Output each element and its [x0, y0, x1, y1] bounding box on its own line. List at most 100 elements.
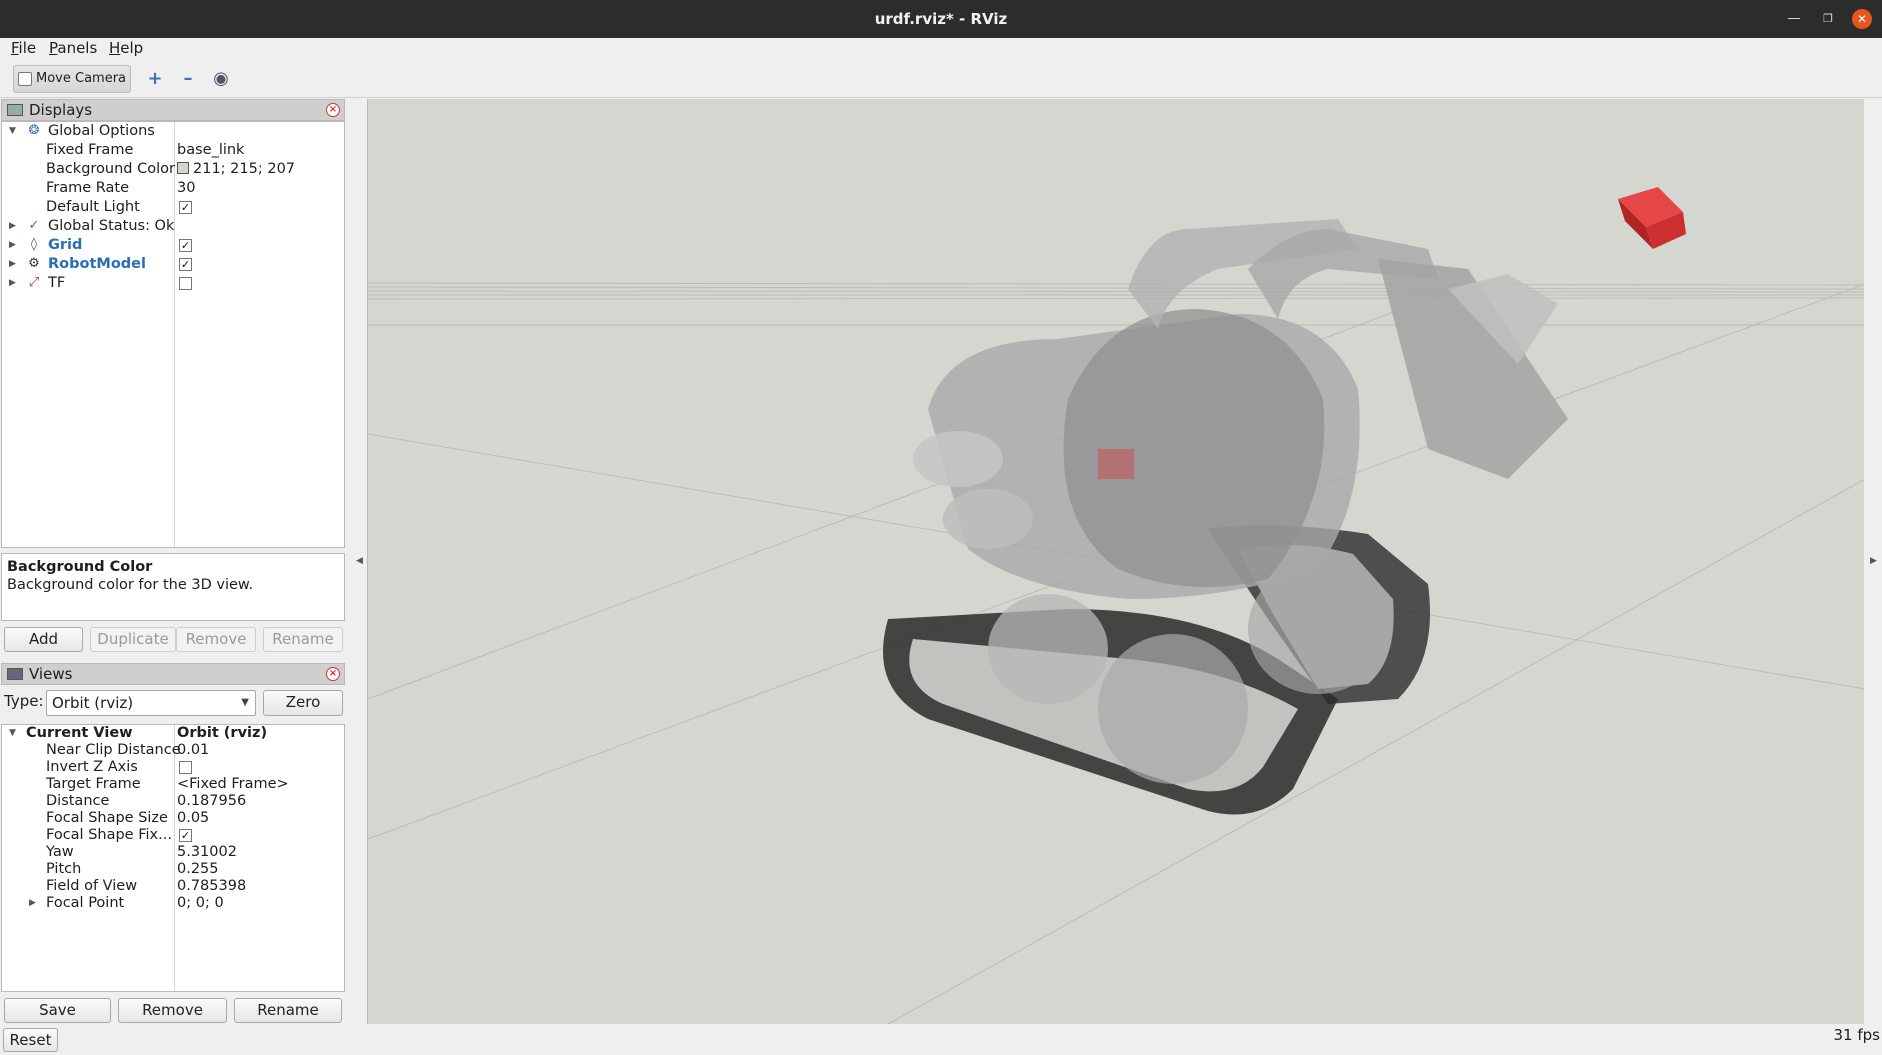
- tree-row-robotmodel[interactable]: ▶ ⚙ RobotModel ✓: [2, 255, 344, 274]
- focal-fixed-label: Focal Shape Fix...: [46, 827, 172, 843]
- focal-point-value[interactable]: 0; 0; 0: [177, 895, 224, 912]
- view-type-select[interactable]: Orbit (rviz) ▼: [46, 690, 256, 716]
- expand-arrow-icon[interactable]: ▶: [29, 895, 36, 912]
- grid-label: Grid: [48, 237, 83, 253]
- expand-arrow-icon[interactable]: ▶: [9, 217, 16, 236]
- fov-label: Field of View: [46, 878, 138, 894]
- fixed-frame-value[interactable]: base_link: [177, 141, 244, 160]
- toolbar: Move Camera + – ◉: [0, 60, 1882, 98]
- tree-row-tf[interactable]: ▶ ⤢ TF: [2, 274, 344, 293]
- remove-view-button[interactable]: Remove: [118, 998, 227, 1023]
- tree-row-near-clip[interactable]: Near Clip Distance 0.01: [2, 742, 344, 759]
- expand-arrow-icon[interactable]: ▼: [9, 725, 16, 742]
- tree-row-focal-size[interactable]: Focal Shape Size 0.05: [2, 810, 344, 827]
- axes-icon: ⤢: [28, 275, 40, 290]
- menu-bar: File Panels Help: [0, 38, 1882, 60]
- yaw-value[interactable]: 5.31002: [177, 844, 237, 861]
- robotmodel-checkbox[interactable]: ✓: [179, 258, 192, 271]
- view-type-value: Orbit (rviz): [52, 694, 134, 712]
- title-bar: urdf.rviz* - RViz — ❐ ✕: [0, 0, 1882, 38]
- default-light-checkbox[interactable]: ✓: [179, 201, 192, 214]
- tree-row-pitch[interactable]: Pitch 0.255: [2, 861, 344, 878]
- frame-rate-value[interactable]: 30: [177, 179, 195, 198]
- tree-row-default-light[interactable]: Default Light ✓: [2, 198, 344, 217]
- menu-file[interactable]: File: [11, 39, 36, 57]
- description-title: Background Color: [7, 559, 153, 575]
- tree-row-global-status[interactable]: ▶ ✓ Global Status: Ok: [2, 217, 344, 236]
- view-type-label: Type:: [4, 692, 44, 710]
- 3d-render-view[interactable]: [367, 99, 1864, 1024]
- displays-title: Displays: [29, 101, 93, 119]
- tree-row-current-view[interactable]: ▼ Current View Orbit (rviz): [2, 725, 344, 742]
- fov-value[interactable]: 0.785398: [177, 878, 246, 895]
- distance-value[interactable]: 0.187956: [177, 793, 246, 810]
- frame-rate-label: Frame Rate: [46, 180, 130, 196]
- rename-view-button[interactable]: Rename: [234, 998, 342, 1023]
- tree-row-grid[interactable]: ▶ ◊ Grid ✓: [2, 236, 344, 255]
- background-color-text: 211; 215; 207: [193, 161, 296, 177]
- invert-z-checkbox[interactable]: [179, 761, 192, 774]
- tree-row-focal-fixed[interactable]: Focal Shape Fix... ✓: [2, 827, 344, 844]
- tree-row-fixed-frame[interactable]: Fixed Frame base_link: [2, 141, 344, 160]
- robot-icon: ⚙: [28, 256, 40, 271]
- tree-row-focal-point[interactable]: ▶ Focal Point 0; 0; 0: [2, 895, 344, 912]
- collapse-right-icon[interactable]: ▶: [1870, 556, 1877, 566]
- checkmark-icon: ✓: [28, 218, 40, 233]
- near-clip-value[interactable]: 0.01: [177, 742, 209, 759]
- focal-size-value[interactable]: 0.05: [177, 810, 209, 827]
- distance-label: Distance: [46, 793, 110, 809]
- current-view-label: Current View: [26, 725, 133, 741]
- monitor-icon: [7, 104, 23, 116]
- eye-icon[interactable]: ◉: [210, 69, 232, 89]
- views-panel-header: Views ×: [1, 663, 345, 685]
- target-frame-value[interactable]: <Fixed Frame>: [177, 776, 289, 793]
- minimize-icon[interactable]: —: [1784, 9, 1804, 29]
- invert-z-label: Invert Z Axis: [46, 759, 138, 775]
- tree-row-yaw[interactable]: Yaw 5.31002: [2, 844, 344, 861]
- tree-row-distance[interactable]: Distance 0.187956: [2, 793, 344, 810]
- pitch-value[interactable]: 0.255: [177, 861, 219, 878]
- rename-display-button[interactable]: Rename: [263, 627, 343, 652]
- menu-panels[interactable]: Panels: [49, 39, 97, 57]
- description-text: Background color for the 3D view.: [7, 577, 254, 593]
- displays-panel-header: Displays ×: [1, 99, 345, 121]
- grid-checkbox[interactable]: ✓: [179, 239, 192, 252]
- yaw-label: Yaw: [46, 844, 74, 860]
- expand-arrow-icon[interactable]: ▶: [9, 255, 16, 274]
- add-button[interactable]: Add: [4, 627, 83, 652]
- expand-arrow-icon[interactable]: ▶: [9, 236, 16, 255]
- tf-checkbox[interactable]: [179, 277, 192, 290]
- save-view-button[interactable]: Save: [4, 998, 111, 1023]
- close-icon[interactable]: ✕: [1852, 9, 1872, 29]
- tree-row-background-color[interactable]: Background Color 211; 215; 207: [2, 160, 344, 179]
- tree-row-target-frame[interactable]: Target Frame <Fixed Frame>: [2, 776, 344, 793]
- zero-button[interactable]: Zero: [263, 690, 343, 716]
- tree-row-fov[interactable]: Field of View 0.785398: [2, 878, 344, 895]
- close-panel-icon[interactable]: ×: [326, 103, 340, 117]
- focal-fixed-checkbox[interactable]: ✓: [179, 829, 192, 842]
- robotmodel-label: RobotModel: [48, 256, 146, 272]
- global-options-label: Global Options: [48, 123, 155, 139]
- window-title: urdf.rviz* - RViz: [874, 10, 1008, 28]
- move-camera-button[interactable]: Move Camera: [13, 65, 131, 93]
- collapse-left-icon[interactable]: ◀: [356, 556, 363, 566]
- tree-row-frame-rate[interactable]: Frame Rate 30: [2, 179, 344, 198]
- close-panel-icon[interactable]: ×: [326, 667, 340, 681]
- duplicate-button[interactable]: Duplicate: [90, 627, 176, 652]
- tree-row-invert-z[interactable]: Invert Z Axis: [2, 759, 344, 776]
- pitch-label: Pitch: [46, 861, 82, 877]
- menu-help[interactable]: Help: [109, 39, 143, 57]
- property-description: Background Color Background color for th…: [1, 553, 345, 621]
- reset-button[interactable]: Reset: [3, 1028, 58, 1052]
- maximize-icon[interactable]: ❐: [1818, 9, 1838, 29]
- expand-arrow-icon[interactable]: ▼: [9, 122, 16, 141]
- expand-arrow-icon[interactable]: ▶: [9, 274, 16, 293]
- move-camera-label: Move Camera: [36, 71, 127, 86]
- minus-icon[interactable]: –: [177, 69, 199, 89]
- background-color-value[interactable]: 211; 215; 207: [177, 160, 295, 179]
- plus-icon[interactable]: +: [144, 69, 166, 89]
- near-clip-label: Near Clip Distance: [46, 742, 181, 758]
- views-title: Views: [29, 665, 73, 683]
- tree-row-global-options[interactable]: ▼ ❂ Global Options: [2, 122, 344, 141]
- remove-display-button[interactable]: Remove: [176, 627, 256, 652]
